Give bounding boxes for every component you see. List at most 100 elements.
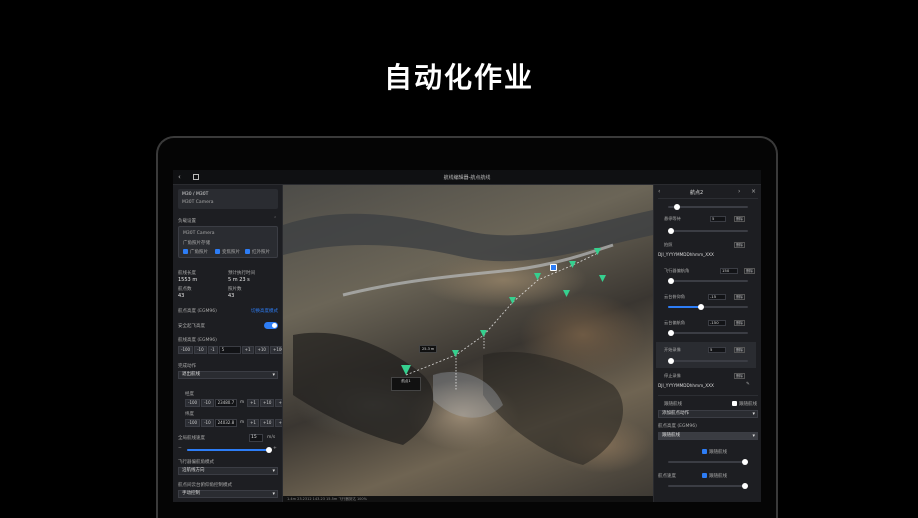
prev-icon[interactable]: ‹ [658,188,660,195]
action-row-record[interactable]: 开始录像 5 删除 [658,346,758,354]
map-status-bar: 1.4m 23.2312 143.23 15.5m 飞行器到达 100% [283,496,653,502]
action-row-gimbal-yaw[interactable]: 云台偏航角 -150 删除 [658,319,758,327]
stepper-plus-10[interactable]: +10 [254,346,269,354]
action-label-gimbal-pitch: 云台俯仰角 [664,294,685,299]
yaw-select[interactable]: 沿航线方向 [178,467,278,475]
height-ref-link[interactable]: 切换高度模式 [251,308,278,314]
gimbal-yaw-slider-knob[interactable] [668,330,674,336]
lat-plus-100[interactable]: +100 [275,399,282,407]
altitude-stepper[interactable]: -100 -10 -1 5 +1 +10 +100 [178,346,282,354]
lat-plus-1[interactable]: +1 [247,399,259,407]
close-icon[interactable]: × [751,188,756,195]
edit-icon[interactable]: ✎ [746,382,750,387]
lng-plus-10[interactable]: +10 [259,419,275,427]
check-wide[interactable]: 广角照片 [183,249,208,255]
lat-minus-10[interactable]: -10 [201,399,214,407]
stepper-minus-100[interactable]: -100 [178,346,194,354]
left-panel: M30 / M30T M30T Camera 负载设置 ˄ M30T Camer… [173,185,283,502]
lat-minus-100[interactable]: -100 [185,399,201,407]
lat-input[interactable]: 23480.7 [214,399,238,407]
hover-delete-button[interactable]: 删除 [734,216,745,222]
gimbal-yaw-delete-button[interactable]: 删除 [734,320,745,326]
record-slider[interactable] [668,358,748,364]
mode-select[interactable]: 退出航线 [178,371,278,379]
yaw-delete-button[interactable]: 删除 [744,268,755,274]
lng-unit: m [240,419,245,424]
lat-stepper[interactable]: -100 -10 23480.7 m +1 +10 +100 [185,399,282,407]
action-row-yaw[interactable]: 飞行器偏航角 150 删除 [658,267,758,275]
record-input[interactable]: 5 [708,347,726,353]
gimbal-pitch-input[interactable]: -15 [708,294,726,300]
lng-minus-100[interactable]: -100 [185,419,201,427]
top-slider[interactable] [668,204,748,210]
map-view[interactable]: 航点1 25.3 m [283,185,653,496]
yaw-slider[interactable] [668,278,748,284]
photo-delete-button[interactable]: 删除 [734,242,745,248]
gimbal-yaw-input[interactable]: -150 [708,320,726,326]
wp-altitude-slider[interactable] [668,459,748,465]
hover-input[interactable]: 5 [710,216,726,222]
wp-altitude-select[interactable]: 跟随航线 [658,432,758,440]
plus-icon[interactable]: + [273,446,277,451]
payload-card[interactable]: M30T Camera 广角照片存储 广角照片 变焦照片 红外照片 [178,226,278,258]
gimbal-select[interactable]: 手动控制 [178,490,278,498]
stepper-plus-1[interactable]: +1 [241,346,254,354]
wp-speed-slider-knob[interactable] [742,483,748,489]
record-slider-knob[interactable] [668,358,674,364]
right-title: 航点2 [690,190,704,196]
lng-plus-100[interactable]: +100 [275,419,282,427]
stop-delete-button[interactable]: 删除 [734,373,745,379]
drone-card[interactable]: M30 / M30T M30T Camera [178,189,278,209]
follow-label: 跟随航线 [664,402,682,407]
wp-speed-label: 航点速度 [658,474,676,479]
check-ir[interactable]: 红外照片 [245,249,270,255]
action-label-stop: 停止录像 [664,373,681,378]
speed-input[interactable]: 15 [249,434,263,442]
headline: 自动化作业 [383,61,534,94]
gimbal-pitch-slider[interactable] [668,304,748,310]
distance-tag: 25.3 m [419,345,438,353]
stepper-minus-1[interactable]: -1 [207,346,218,354]
altitude-input[interactable]: 5 [218,346,241,354]
action-row-stop[interactable]: 停止录像 删除 [658,372,758,380]
drone-name: M30 / M30T [182,192,209,197]
check-zoom[interactable]: 变焦照片 [215,249,240,255]
speed-slider[interactable] [187,447,272,453]
lat-plus-10[interactable]: +10 [259,399,275,407]
stepper-minus-10[interactable]: -10 [194,346,207,354]
gimbal-yaw-slider[interactable] [668,330,748,336]
follow-checkbox[interactable]: 跟随航线 [732,401,757,407]
add-action-select[interactable]: 添加航点动作 [658,410,758,418]
action-row-hover[interactable]: 悬停等待 5 删除 [658,215,758,223]
wp-altitude-checkbox[interactable]: 跟随航线 [702,449,727,455]
lng-input[interactable]: 24032.8 [214,419,238,427]
yaw-input[interactable]: 150 [720,268,738,274]
home-point-marker[interactable] [550,264,557,271]
hover-slider[interactable] [668,228,748,234]
minus-icon[interactable]: − [178,446,182,451]
gimbal-pitch-slider-knob[interactable] [698,304,704,310]
action-row-photo[interactable]: 拍照 删除 [658,241,758,249]
photo-filename[interactable]: DJI_YYYYMMDDhhmm_XXX [658,251,758,259]
lng-minus-10[interactable]: -10 [201,419,214,427]
action-row-gimbal-pitch[interactable]: 云台俯仰角 -15 删除 [658,293,758,301]
chevron-up-icon[interactable]: ˄ [274,217,276,222]
wp-speed-slider[interactable] [668,483,748,489]
record-delete-button[interactable]: 删除 [734,347,745,353]
lng-stepper[interactable]: -100 -10 24032.8 m +1 +10 +100 [185,419,282,427]
wp-speed-checkbox[interactable]: 跟随航线 [702,473,727,479]
stop-filename[interactable]: DJI_YYYYMMDDhhmm_XXX [658,382,758,390]
next-icon[interactable]: › [738,188,740,195]
stat-value-time: 5 m 23 s [228,277,250,283]
height-ref-label: 航点高度 (EGM96) [178,309,217,314]
gimbal-pitch-delete-button[interactable]: 删除 [734,294,745,300]
stepper-plus-100[interactable]: +100 [269,346,282,354]
yaw-slider-knob[interactable] [668,278,674,284]
speed-slider-knob[interactable] [266,447,272,453]
top-bar: ‹ 航线编辑器-航点航线 [173,170,761,185]
wp-altitude-slider-knob[interactable] [742,459,748,465]
hover-slider-knob[interactable] [668,228,674,234]
lng-plus-1[interactable]: +1 [247,419,259,427]
top-slider-knob[interactable] [674,204,680,210]
safe-takeoff-toggle[interactable] [264,322,278,329]
